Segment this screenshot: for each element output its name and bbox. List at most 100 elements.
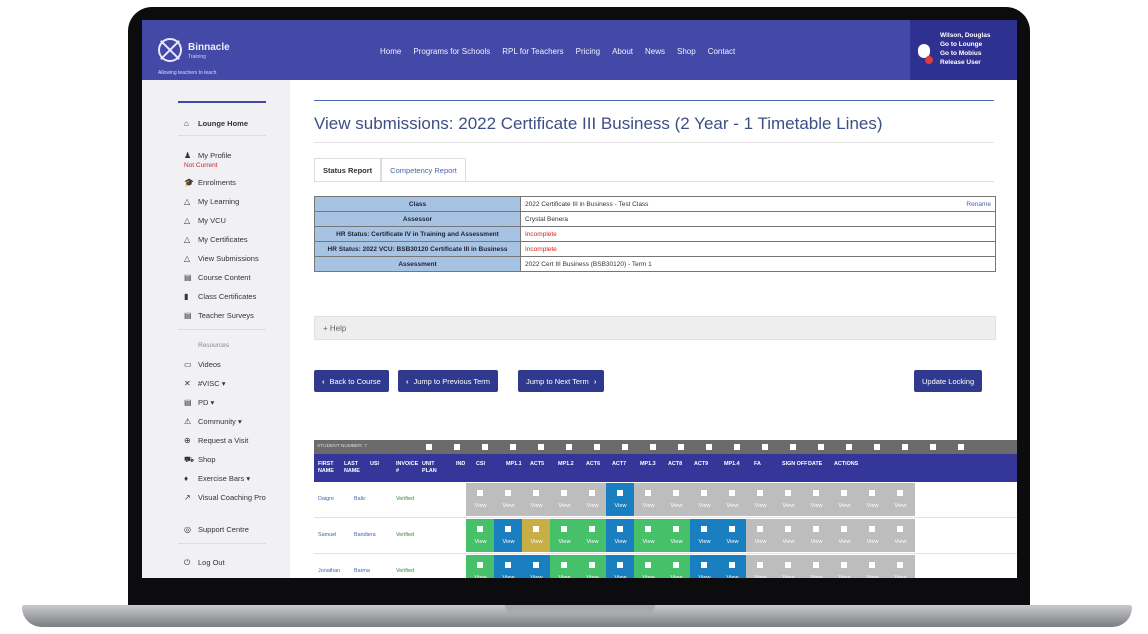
previous-term-button[interactable]: ‹ Jump to Previous Term xyxy=(398,370,499,392)
view-link[interactable]: View xyxy=(634,575,663,578)
help-accordion[interactable]: + Help xyxy=(314,316,996,340)
view-link[interactable]: View xyxy=(550,539,579,545)
column-lock-checkbox[interactable] xyxy=(874,444,880,450)
column-header[interactable]: ACT9 xyxy=(694,461,720,468)
submission-cell[interactable]: View xyxy=(858,483,887,516)
column-header[interactable]: LAST NAME xyxy=(344,461,370,475)
submission-cell[interactable]: View xyxy=(774,519,803,552)
view-link[interactable]: View xyxy=(718,575,747,578)
column-lock-checkbox[interactable] xyxy=(818,444,824,450)
nav-shop[interactable]: Shop xyxy=(677,47,696,56)
view-link[interactable]: View xyxy=(858,503,887,509)
view-link[interactable]: View xyxy=(690,503,719,509)
sidebar-item-request-a-visit[interactable]: ⊕ Request a Visit xyxy=(184,436,248,445)
column-lock-checkbox[interactable] xyxy=(706,444,712,450)
submission-cell[interactable]: View xyxy=(746,483,775,516)
view-link[interactable]: View xyxy=(634,503,663,509)
lock-checkbox[interactable] xyxy=(505,526,511,532)
submission-cell[interactable]: View xyxy=(802,555,831,578)
sidebar-item-enrolments[interactable]: 🎓 Enrolments xyxy=(184,178,236,187)
view-link[interactable]: View xyxy=(886,575,915,578)
lock-checkbox[interactable] xyxy=(617,526,623,532)
column-header[interactable]: MP1.1 xyxy=(506,461,532,468)
go-to-mobius-link[interactable]: Go to Mobius xyxy=(940,49,991,58)
lock-checkbox[interactable] xyxy=(701,526,707,532)
back-to-course-button[interactable]: ‹ Back to Course xyxy=(314,370,389,392)
lock-checkbox[interactable] xyxy=(757,490,763,496)
lock-checkbox[interactable] xyxy=(533,562,539,568)
view-link[interactable]: View xyxy=(774,575,803,578)
view-link[interactable]: View xyxy=(522,539,551,545)
column-lock-checkbox[interactable] xyxy=(958,444,964,450)
submission-cell[interactable]: View xyxy=(662,483,691,516)
nav-home[interactable]: Home xyxy=(380,47,401,56)
lock-checkbox[interactable] xyxy=(757,526,763,532)
lock-checkbox[interactable] xyxy=(673,562,679,568)
submission-cell[interactable]: View xyxy=(690,519,719,552)
sidebar-item-class-certificates[interactable]: ▮ Class Certificates xyxy=(184,292,256,301)
submission-cell[interactable]: View xyxy=(634,519,663,552)
nav-pricing[interactable]: Pricing xyxy=(576,47,600,56)
view-link[interactable]: View xyxy=(690,539,719,545)
view-link[interactable]: View xyxy=(830,539,859,545)
column-lock-checkbox[interactable] xyxy=(622,444,628,450)
lock-checkbox[interactable] xyxy=(729,526,735,532)
column-header[interactable]: FIRST NAME xyxy=(318,461,344,475)
lock-checkbox[interactable] xyxy=(869,562,875,568)
column-header[interactable]: SIGN OFF xyxy=(782,461,808,468)
view-link[interactable]: View xyxy=(466,575,495,578)
lock-checkbox[interactable] xyxy=(813,490,819,496)
view-link[interactable]: View xyxy=(746,575,775,578)
column-header[interactable]: MP1.4 xyxy=(724,461,750,468)
lock-checkbox[interactable] xyxy=(645,526,651,532)
sidebar-item-my-vcu[interactable]: △ My VCU xyxy=(184,216,226,225)
submission-cell[interactable]: View xyxy=(858,519,887,552)
lock-checkbox[interactable] xyxy=(673,490,679,496)
submission-cell[interactable]: View xyxy=(774,483,803,516)
submission-cell[interactable]: View xyxy=(466,483,495,516)
lock-checkbox[interactable] xyxy=(729,490,735,496)
column-header[interactable]: USI xyxy=(370,461,396,468)
view-link[interactable]: View xyxy=(690,575,719,578)
lock-checkbox[interactable] xyxy=(673,526,679,532)
column-lock-checkbox[interactable] xyxy=(650,444,656,450)
last-name-link[interactable]: Bandiera xyxy=(354,532,376,538)
lock-checkbox[interactable] xyxy=(729,562,735,568)
first-name-link[interactable]: Daigre xyxy=(318,496,334,502)
column-lock-checkbox[interactable] xyxy=(902,444,908,450)
lock-checkbox[interactable] xyxy=(757,562,763,568)
view-link[interactable]: View xyxy=(662,539,691,545)
column-lock-checkbox[interactable] xyxy=(426,444,432,450)
submission-cell[interactable]: View xyxy=(662,519,691,552)
sidebar-item-my-certificates[interactable]: △ My Certificates xyxy=(184,235,248,244)
lock-checkbox[interactable] xyxy=(813,562,819,568)
lock-checkbox[interactable] xyxy=(589,562,595,568)
tab-status-report[interactable]: Status Report xyxy=(314,158,382,182)
submission-cell[interactable]: View xyxy=(494,483,523,516)
sidebar-item-community[interactable]: ⚠ Community ▾ xyxy=(184,417,242,426)
view-link[interactable]: View xyxy=(522,575,551,578)
lock-checkbox[interactable] xyxy=(533,526,539,532)
nav-news[interactable]: News xyxy=(645,47,665,56)
view-link[interactable]: View xyxy=(858,575,887,578)
column-header[interactable]: ACT8 xyxy=(668,461,694,468)
column-header[interactable]: CSI xyxy=(476,461,502,468)
tab-competency-report[interactable]: Competency Report xyxy=(381,158,466,182)
submission-cell[interactable]: View xyxy=(830,483,859,516)
view-link[interactable]: View xyxy=(634,539,663,545)
nav-about[interactable]: About xyxy=(612,47,633,56)
column-header[interactable]: FA xyxy=(754,461,780,468)
column-lock-checkbox[interactable] xyxy=(454,444,460,450)
column-lock-checkbox[interactable] xyxy=(594,444,600,450)
column-lock-checkbox[interactable] xyxy=(538,444,544,450)
submission-cell[interactable]: View xyxy=(886,519,915,552)
submission-cell[interactable]: View xyxy=(466,555,495,578)
view-link[interactable]: View xyxy=(830,575,859,578)
lock-checkbox[interactable] xyxy=(477,526,483,532)
column-lock-checkbox[interactable] xyxy=(566,444,572,450)
submission-cell[interactable]: View xyxy=(662,555,691,578)
nav-contact[interactable]: Contact xyxy=(708,47,736,56)
view-link[interactable]: View xyxy=(550,503,579,509)
submission-cell[interactable]: View xyxy=(606,555,635,578)
column-header[interactable]: INVOICE # xyxy=(396,461,422,475)
